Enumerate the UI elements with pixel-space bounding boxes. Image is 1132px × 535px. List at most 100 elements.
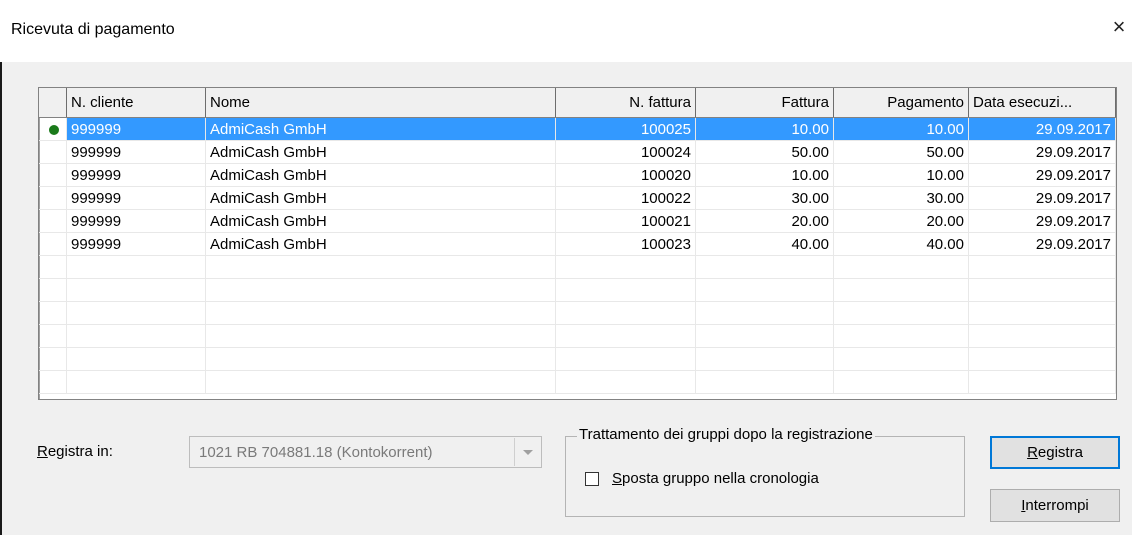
cell-invoice-no — [556, 302, 696, 325]
cell-invoice-no: 100024 — [556, 141, 696, 164]
move-to-history-checkbox[interactable] — [585, 472, 599, 486]
cell-payment — [834, 371, 969, 394]
empty-table-row[interactable] — [39, 279, 1116, 302]
cell-invoice-no: 100025 — [556, 118, 696, 141]
row-indicator — [39, 371, 67, 394]
cell-payment: 40.00 — [834, 233, 969, 256]
cell-payment: 10.00 — [834, 118, 969, 141]
table-row[interactable]: 999999 AdmiCash GmbH 100020 10.00 10.00 29.09… — [39, 164, 1116, 187]
header-invoice-amount[interactable]: Fattura — [696, 88, 834, 117]
cell-invoice-no — [556, 256, 696, 279]
table-row[interactable]: 999999 AdmiCash GmbH 100021 20.00 20.00 29.09… — [39, 210, 1116, 233]
table-header: N. cliente Nome N. fattura Fattura Pagam… — [39, 88, 1116, 118]
cell-invoice-amount — [696, 371, 834, 394]
cell-payment — [834, 348, 969, 371]
cell-customer-no: 999999 — [67, 164, 206, 187]
cancel-button[interactable]: Interrompi — [990, 489, 1120, 522]
cell-execution-date: 29.09.2017 — [969, 187, 1116, 210]
group-handling-groupbox: Trattamento dei gruppi dopo la registraz… — [565, 426, 965, 517]
row-indicator — [39, 210, 67, 233]
cell-payment — [834, 325, 969, 348]
cell-customer-no: 999999 — [67, 187, 206, 210]
cell-customer-no — [67, 302, 206, 325]
cell-invoice-no: 100022 — [556, 187, 696, 210]
empty-table-row[interactable] — [39, 325, 1116, 348]
cell-payment — [834, 279, 969, 302]
cell-invoice-no — [556, 348, 696, 371]
row-indicator — [39, 302, 67, 325]
cell-payment: 30.00 — [834, 187, 969, 210]
status-dot-icon — [49, 125, 59, 135]
cell-name: AdmiCash GmbH — [206, 118, 556, 141]
header-customer-no[interactable]: N. cliente — [67, 88, 206, 117]
empty-table-row[interactable] — [39, 371, 1116, 394]
cell-execution-date — [969, 302, 1116, 325]
register-in-label: Registra in: — [37, 443, 113, 460]
cell-invoice-amount: 10.00 — [696, 164, 834, 187]
cell-execution-date: 29.09.2017 — [969, 118, 1116, 141]
row-indicator — [39, 256, 67, 279]
table-row[interactable]: 999999 AdmiCash GmbH 100024 50.00 50.00 29.09… — [39, 141, 1116, 164]
window-title: Ricevuta di pagamento — [11, 21, 175, 38]
cell-invoice-amount — [696, 302, 834, 325]
cell-customer-no — [67, 256, 206, 279]
register-button[interactable]: Registra — [990, 436, 1120, 469]
cell-execution-date: 29.09.2017 — [969, 164, 1116, 187]
cell-name: AdmiCash GmbH — [206, 210, 556, 233]
row-indicator — [39, 141, 67, 164]
header-name[interactable]: Nome — [206, 88, 556, 117]
cell-customer-no: 999999 — [67, 210, 206, 233]
empty-table-row[interactable] — [39, 256, 1116, 279]
cell-name — [206, 302, 556, 325]
cell-name — [206, 279, 556, 302]
cell-execution-date: 29.09.2017 — [969, 210, 1116, 233]
cell-name — [206, 371, 556, 394]
cell-name — [206, 256, 556, 279]
empty-table-row[interactable] — [39, 348, 1116, 371]
cell-execution-date — [969, 279, 1116, 302]
cell-invoice-no: 100023 — [556, 233, 696, 256]
cell-invoice-amount — [696, 256, 834, 279]
close-icon[interactable]: × — [1108, 16, 1130, 38]
cell-payment: 50.00 — [834, 141, 969, 164]
row-indicator — [39, 118, 67, 141]
cell-execution-date — [969, 256, 1116, 279]
groupbox-legend: Trattamento dei gruppi dopo la registraz… — [577, 426, 875, 443]
cell-payment — [834, 256, 969, 279]
cell-invoice-amount: 40.00 — [696, 233, 834, 256]
cell-name: AdmiCash GmbH — [206, 141, 556, 164]
title-bar: Ricevuta di pagamento × — [0, 0, 1132, 62]
cell-invoice-amount: 30.00 — [696, 187, 834, 210]
cell-customer-no — [67, 325, 206, 348]
row-indicator — [39, 348, 67, 371]
window-edge — [0, 62, 2, 535]
account-select[interactable]: 1021 RB 704881.18 (Kontokorrent) — [189, 436, 542, 468]
payments-table[interactable]: N. cliente Nome N. fattura Fattura Pagam… — [38, 87, 1117, 400]
row-indicator — [39, 279, 67, 302]
cell-name — [206, 348, 556, 371]
cell-invoice-no: 100020 — [556, 164, 696, 187]
header-payment[interactable]: Pagamento — [834, 88, 969, 117]
move-to-history-label[interactable]: Sposta gruppo nella cronologia — [612, 470, 819, 487]
chevron-down-icon[interactable] — [514, 438, 540, 466]
cell-payment: 10.00 — [834, 164, 969, 187]
table-row[interactable]: 999999 AdmiCash GmbH 100022 30.00 30.00 29.09… — [39, 187, 1116, 210]
empty-table-row[interactable] — [39, 302, 1116, 325]
cell-execution-date: 29.09.2017 — [969, 141, 1116, 164]
cell-payment — [834, 302, 969, 325]
cell-invoice-no — [556, 279, 696, 302]
cell-customer-no — [67, 371, 206, 394]
cell-customer-no: 999999 — [67, 118, 206, 141]
cell-invoice-amount — [696, 325, 834, 348]
cell-execution-date — [969, 371, 1116, 394]
cell-customer-no — [67, 348, 206, 371]
table-row[interactable]: 999999 AdmiCash GmbH 100023 40.00 40.00 29.09… — [39, 233, 1116, 256]
account-select-value: 1021 RB 704881.18 (Kontokorrent) — [199, 444, 433, 461]
table-row[interactable]: 999999 AdmiCash GmbH 100025 10.00 10.00 29.09… — [39, 118, 1116, 141]
cell-customer-no: 999999 — [67, 233, 206, 256]
cell-invoice-amount: 20.00 — [696, 210, 834, 233]
header-invoice-no[interactable]: N. fattura — [556, 88, 696, 117]
row-indicator — [39, 187, 67, 210]
cell-name: AdmiCash GmbH — [206, 233, 556, 256]
header-execution-date[interactable]: Data esecuzi... — [969, 88, 1116, 117]
